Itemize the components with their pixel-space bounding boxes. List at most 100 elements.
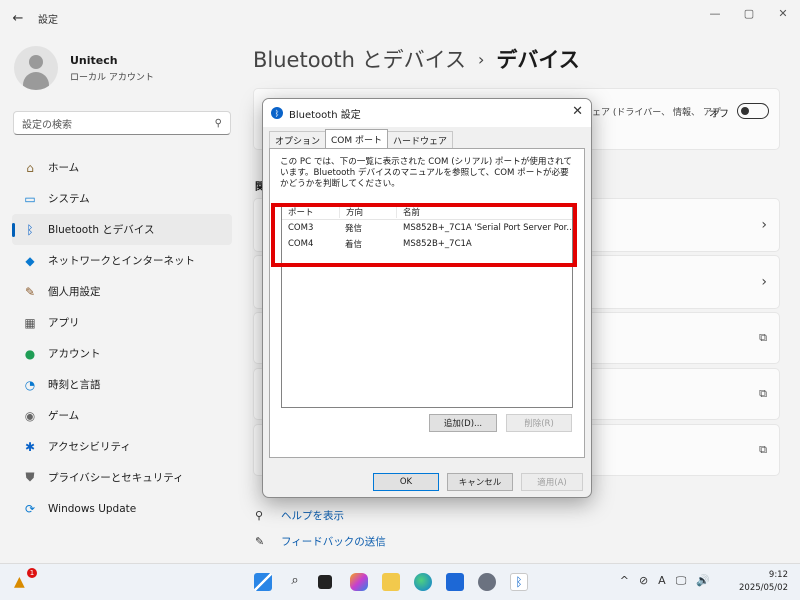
toggle-switch[interactable]: [737, 103, 769, 119]
sidebar-item-label: Bluetooth とデバイス: [48, 224, 155, 236]
dialog-title: Bluetooth 設定: [289, 109, 361, 121]
tab-hardware[interactable]: ハードウェア: [387, 131, 454, 148]
search-icon[interactable]: ⌕: [286, 573, 304, 591]
direction-cell: 発信: [345, 224, 363, 234]
feedback-link[interactable]: ✎ フィードバックの送信: [255, 528, 386, 554]
sidebar-item-privacy[interactable]: ⛊ プライバシーとセキュリティ: [12, 462, 232, 493]
close-button[interactable]: ✕: [766, 0, 800, 26]
sidebar-item-gaming[interactable]: ◉ ゲーム: [12, 400, 232, 431]
minimize-button[interactable]: —: [698, 0, 732, 26]
sidebar-item-label: システム: [48, 193, 90, 205]
title-bar: ← 設定 — ▢ ✕: [0, 0, 800, 36]
shield-icon: ⛊: [25, 470, 35, 484]
external-link-icon: ⧉: [759, 331, 767, 344]
bluetooth-icon[interactable]: ᛒ: [510, 573, 528, 591]
ime-icon[interactable]: A: [658, 574, 666, 588]
bluetooth-icon: ᛒ: [271, 107, 283, 119]
bluetooth-settings-dialog: ᛒ Bluetooth 設定 ✕ オプション COM ポート ハードウェア この…: [262, 98, 592, 498]
port-cell: COM4: [288, 239, 314, 249]
user-profile[interactable]: Unitech ローカル アカウント: [14, 46, 154, 90]
sidebar-item-network[interactable]: ◆ ネットワークとインターネット: [12, 245, 232, 276]
column-port[interactable]: ポート: [282, 206, 339, 218]
display-icon[interactable]: 🖵: [676, 574, 687, 588]
list-item[interactable]: COM4 着信 MS852B+_7C1A: [282, 236, 572, 252]
notification-badge: 1: [27, 568, 37, 578]
bluetooth-icon: ᛒ: [26, 222, 34, 237]
sidebar-item-bluetooth[interactable]: ᛒ Bluetooth とデバイス: [12, 214, 232, 245]
list-item[interactable]: COM3 発信 MS852B+_7C1A 'Serial Port Server…: [282, 220, 572, 236]
sidebar-nav: ⌂ ホーム ▭ システム ᛒ Bluetooth とデバイス ◆ ネットワークとインター…: [12, 152, 232, 524]
name-cell: MS852B+_7C1A: [403, 239, 472, 249]
chevron-right-icon: ›: [761, 274, 767, 290]
breadcrumb: Bluetooth とデバイス › デバイス: [253, 44, 580, 74]
sidebar-item-home[interactable]: ⌂ ホーム: [12, 152, 232, 183]
file-explorer-icon[interactable]: [382, 573, 400, 591]
maximize-button[interactable]: ▢: [732, 0, 766, 26]
com-port-list[interactable]: ポート 方向 名前 COM3 発信 MS852B+_7C1A 'Serial P…: [281, 203, 573, 408]
settings-gear-icon[interactable]: [478, 573, 496, 591]
dialog-title-bar: ᛒ Bluetooth 設定 ✕: [263, 99, 591, 127]
tray-chevron-icon[interactable]: ^: [620, 574, 629, 588]
column-name[interactable]: 名前: [396, 205, 572, 218]
sidebar-item-apps[interactable]: ▦ アプリ: [12, 307, 232, 338]
back-arrow-icon[interactable]: ←: [0, 0, 36, 36]
clock-time: 9:12: [768, 570, 788, 580]
tab-com-ports[interactable]: COM ポート: [325, 129, 389, 148]
sidebar-item-label: アプリ: [48, 317, 80, 329]
clock[interactable]: 9:12 2025/05/02: [739, 569, 788, 595]
edge-icon[interactable]: [414, 573, 432, 591]
sidebar-item-windows-update[interactable]: ⟳ Windows Update: [12, 493, 232, 524]
task-view-icon[interactable]: [318, 575, 332, 589]
volume-icon[interactable]: 🔊: [696, 574, 710, 588]
search-input[interactable]: 設定の検索 ⚲: [13, 111, 231, 135]
sidebar-item-label: Windows Update: [48, 502, 137, 515]
help-links: ⚲ ヘルプを表示 ✎ フィードバックの送信: [255, 502, 386, 554]
sidebar-item-accounts[interactable]: ● アカウント: [12, 338, 232, 369]
remove-button[interactable]: 削除(R): [506, 414, 572, 432]
copilot-icon[interactable]: [350, 573, 368, 591]
direction-cell: 着信: [345, 240, 363, 250]
help-icon: ⚲: [255, 508, 264, 522]
breadcrumb-parent[interactable]: Bluetooth とデバイス: [253, 44, 466, 74]
sidebar-item-label: アカウント: [48, 348, 101, 360]
ok-button[interactable]: OK: [373, 473, 439, 491]
dialog-tabs: オプション COM ポート ハードウェア: [269, 129, 454, 148]
cancel-button[interactable]: キャンセル: [447, 473, 513, 491]
sidebar-item-label: ネットワークとインターネット: [48, 255, 195, 267]
person-icon: ●: [24, 346, 36, 361]
sidebar-item-label: ホーム: [48, 162, 80, 174]
help-link[interactable]: ⚲ ヘルプを表示: [255, 502, 386, 528]
feedback-icon: ✎: [255, 534, 265, 548]
app-title: 設定: [38, 14, 58, 26]
profile-account-type: ローカル アカウント: [70, 72, 154, 83]
sidebar-item-personalization[interactable]: ✎ 個人用設定: [12, 276, 232, 307]
clock-date: 2025/05/02: [739, 583, 788, 593]
add-button[interactable]: 追加(D)...: [429, 414, 497, 432]
update-icon: ⟳: [24, 501, 36, 516]
window-controls: — ▢ ✕: [698, 0, 800, 26]
dialog-close-button[interactable]: ✕: [572, 104, 583, 119]
sidebar-item-system[interactable]: ▭ システム: [12, 183, 232, 214]
list-header: ポート 方向 名前: [282, 204, 572, 220]
store-icon[interactable]: [446, 573, 464, 591]
apps-icon: ▦: [24, 315, 36, 330]
chevron-right-icon: ›: [761, 217, 767, 233]
sidebar-item-time-language[interactable]: ◔ 時刻と言語: [12, 369, 232, 400]
profile-name: Unitech: [70, 53, 118, 67]
tab-options[interactable]: オプション: [269, 131, 327, 148]
profile-text: Unitech ローカル アカウント: [70, 54, 154, 83]
port-cell: COM3: [288, 223, 314, 233]
tab-panel: この PC では、下の一覧に表示された COM (シリアル) ポートが使用されて…: [269, 148, 585, 458]
sidebar-item-accessibility[interactable]: ✱ アクセシビリティ: [12, 431, 232, 462]
gamepad-icon: ◉: [24, 408, 36, 423]
sidebar-item-label: 時刻と言語: [48, 379, 101, 391]
column-direction[interactable]: 方向: [339, 205, 396, 218]
start-icon[interactable]: [254, 573, 272, 591]
globe-clock-icon: ◔: [24, 377, 36, 392]
system-tray: ^ ⊘ A 🖵 🔊: [610, 574, 710, 588]
help-link-label: ヘルプを表示: [281, 509, 344, 522]
network-off-icon[interactable]: ⊘: [639, 574, 648, 588]
external-link-icon: ⧉: [759, 387, 767, 400]
weather-icon[interactable]: ▲: [14, 574, 25, 590]
apply-button[interactable]: 適用(A): [521, 473, 583, 491]
